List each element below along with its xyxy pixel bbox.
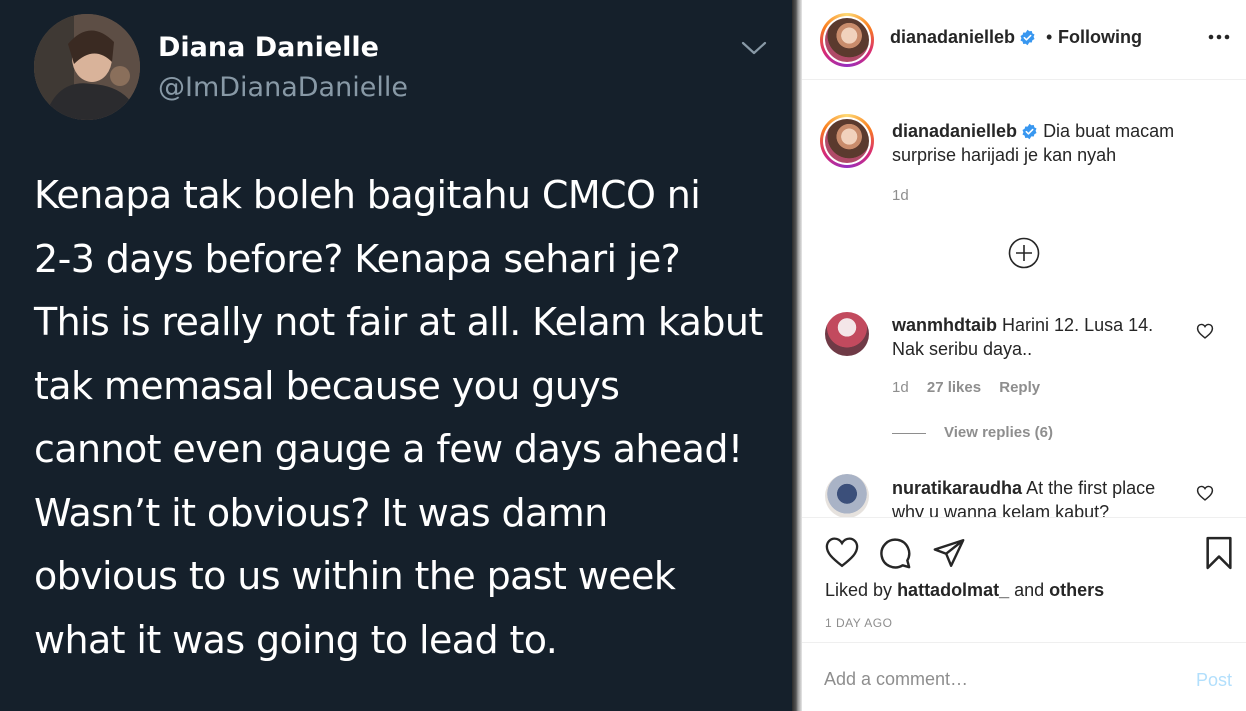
tweet-image: Diana Danielle @ImDianaDanielle Kenapa t… [0, 0, 792, 711]
likes-summary: Liked by hattadolmat_ and others [825, 580, 1104, 601]
comment-avatar[interactable] [825, 474, 869, 517]
heart-icon[interactable] [824, 536, 860, 568]
likes-user-link[interactable]: hattadolmat_ [897, 580, 1009, 600]
bookmark-icon[interactable] [1203, 536, 1235, 570]
comment-text: wanmhdtaib Harini 12. Lusa 14. Nak serib… [892, 313, 1182, 361]
comment-username[interactable]: wanmhdtaib [892, 315, 997, 335]
tweet-avatar [34, 14, 140, 120]
heart-icon[interactable] [1196, 485, 1214, 501]
verified-badge-icon [1022, 123, 1037, 140]
author-avatar[interactable] [820, 13, 874, 67]
post-button[interactable]: Post [1196, 670, 1232, 691]
tweet-author-name: Diana Danielle [158, 32, 379, 63]
caption-timestamp[interactable]: 1d [892, 187, 909, 204]
header-separator: • [1046, 27, 1053, 47]
post-header: dianadanielleb • Following [802, 0, 1246, 80]
tweet-line: Kenapa tak boleh bagitahu CMCO ni [34, 173, 701, 217]
comment-avatar[interactable] [825, 312, 869, 356]
panel-divider [792, 0, 802, 711]
tweet-line: This is really not fair at all. Kelam ka… [34, 300, 763, 344]
comment-likes[interactable]: 27 likes [927, 379, 981, 396]
paper-plane-icon[interactable] [932, 536, 966, 570]
post-timestamp[interactable]: 1 DAY AGO [825, 616, 892, 630]
following-button[interactable]: Following [1058, 27, 1142, 48]
reply-button[interactable]: Reply [999, 379, 1040, 396]
tweet-line: what it was going to lead to. [34, 617, 558, 662]
likes-prefix: Liked by [825, 580, 893, 600]
add-comment-bar: Post [802, 644, 1246, 711]
post-actions: Liked by hattadolmat_ and others 1 DAY A… [802, 517, 1246, 643]
more-horizontal-icon[interactable] [1208, 32, 1230, 42]
likes-others-link[interactable]: others [1049, 580, 1104, 600]
view-replies-button[interactable]: View replies (6) [892, 424, 1053, 441]
header-username-link[interactable]: dianadanielleb [890, 27, 1036, 48]
heart-icon[interactable] [1196, 323, 1214, 339]
tweet-line: tak memasal because you guys [34, 363, 620, 408]
tweet-line: 2-3 days before? Kenapa sehari je? [34, 236, 681, 281]
comment-meta: 1d 27 likes Reply [892, 379, 1054, 396]
caption-avatar[interactable] [820, 114, 874, 168]
tweet-line: cannot even gauge a few days ahead! [34, 427, 743, 471]
comment-time[interactable]: 1d [892, 379, 909, 396]
comment-text: nuratikaraudha At the first place why u … [892, 476, 1182, 517]
comment-icon[interactable] [878, 536, 912, 570]
tweet-author-handle: @ImDianaDanielle [158, 72, 408, 103]
likes-and: and [1014, 580, 1045, 600]
caption-username[interactable]: dianadanielleb [892, 121, 1017, 141]
plus-circle-icon[interactable] [1008, 237, 1040, 269]
comment-username[interactable]: nuratikaraudha [892, 478, 1022, 498]
header-username[interactable]: dianadanielleb [890, 27, 1015, 47]
chevron-down-icon [741, 41, 767, 55]
comment-input[interactable] [824, 666, 1154, 692]
tweet-body: Kenapa tak boleh bagitahu CMCO ni 2-3 da… [34, 164, 774, 672]
comments-section[interactable]: dianadanielleb Dia buat macam surprise h… [802, 81, 1246, 517]
verified-badge-icon [1020, 29, 1035, 46]
post-panel: dianadanielleb • Following dianadanielle… [802, 0, 1246, 711]
tweet-line: obvious to us within the past week [34, 554, 676, 598]
caption: dianadanielleb Dia buat macam surprise h… [892, 119, 1192, 167]
view-replies-label[interactable]: View replies (6) [944, 424, 1053, 441]
tweet-line: Wasn’t it obvious? It was damn [34, 490, 608, 535]
